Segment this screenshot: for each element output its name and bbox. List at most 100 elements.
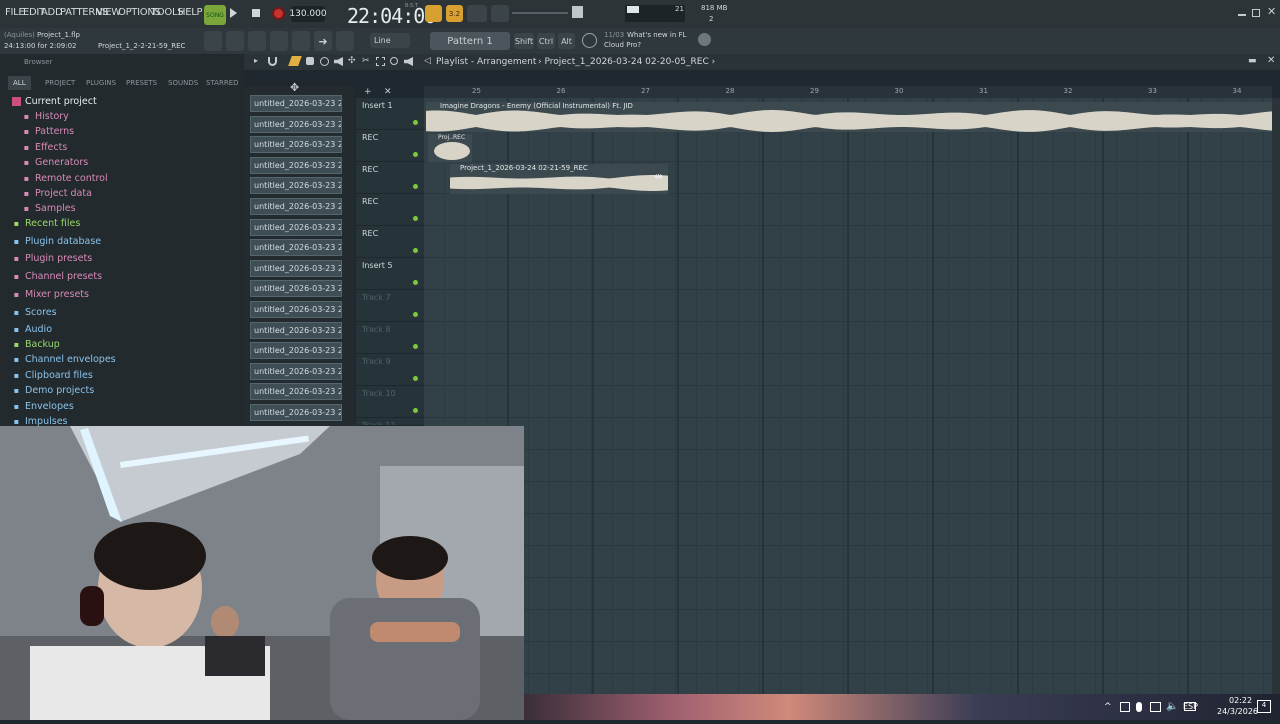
move-icon[interactable]: ✥ <box>290 81 299 94</box>
track-enable-led[interactable] <box>413 376 418 381</box>
menu-help[interactable]: HELP <box>178 7 203 18</box>
clip-picker-item[interactable]: untitled_2026-03-23 23- <box>250 362 342 380</box>
master-volume-slider[interactable] <box>512 12 568 14</box>
news-icon[interactable] <box>582 33 597 48</box>
news-subtitle[interactable]: Cloud Pro? <box>604 41 641 49</box>
countdown-button[interactable]: 3.2 <box>446 5 463 22</box>
browser-item-current-project[interactable]: Current project <box>12 94 97 109</box>
clip-picker-item[interactable]: untitled_2026-03-23 23- <box>250 383 342 401</box>
notification-badge[interactable]: 4 <box>1257 700 1271 713</box>
playback-tool-icon[interactable] <box>404 57 413 66</box>
clip-picker-item[interactable]: untitled_2026-03-23 23- <box>250 301 342 318</box>
track-header[interactable]: Track 11 <box>356 418 424 426</box>
browser-item-generators[interactable]: ▪ Generators <box>22 155 88 170</box>
tray-app-icon[interactable] <box>1120 702 1130 712</box>
track-header[interactable]: Track 10 <box>356 386 424 418</box>
microphone-tray-icon[interactable] <box>1136 702 1142 712</box>
browser-item-effects[interactable]: ▪ Effects <box>22 140 68 155</box>
pencil-tool-icon[interactable] <box>288 56 302 66</box>
remove-track-icon[interactable]: ✕ <box>384 87 392 97</box>
metronome-button[interactable] <box>425 5 442 22</box>
clip-picker-item[interactable]: untitled_2026-03-23 23- <box>250 239 342 257</box>
track-enable-led[interactable] <box>413 344 418 349</box>
clock-date[interactable]: 24/3/2026 <box>1217 707 1258 716</box>
clip-picker-item[interactable]: untitled_2026-03-23 23- <box>250 342 342 360</box>
audio-clip-recording[interactable]: Project_1_2026-03-24 02-21-59_REC <box>450 164 668 194</box>
browser-item-channel-envelopes[interactable]: ▪ Channel envelopes <box>12 352 116 367</box>
shift-key-button[interactable]: Shift <box>514 33 534 49</box>
track-header[interactable]: Track 9 <box>356 354 424 386</box>
track-enable-led[interactable] <box>413 184 418 189</box>
language-indicator[interactable]: ESP <box>1183 702 1198 711</box>
browser-item-clipboard-files[interactable]: ▪ Clipboard files <box>12 368 93 383</box>
audio-clip-rec-short[interactable]: Proj..REC <box>428 134 472 162</box>
delete-tool-icon[interactable] <box>320 57 329 66</box>
browser-tab-starred[interactable]: STARRED <box>206 76 239 90</box>
browser-item-channel-presets[interactable]: ▪ Channel presets <box>12 269 102 284</box>
select-tool-icon[interactable] <box>376 57 385 66</box>
maximize-icon[interactable] <box>1252 9 1260 17</box>
browser-tab-all[interactable]: ALL <box>8 76 31 90</box>
clock-time[interactable]: 02:22 <box>1229 696 1252 705</box>
browser-tab-sounds[interactable]: SOUNDS <box>168 76 198 90</box>
timeline-ruler[interactable]: 25 26 27 28 29 30 31 32 33 34 <box>424 86 1272 98</box>
menu-file[interactable]: FILE <box>5 7 25 18</box>
browser-item-recent-files[interactable]: ▪ Recent files <box>12 216 81 231</box>
alt-key-button[interactable]: Alt <box>558 33 575 49</box>
track-enable-led[interactable] <box>413 120 418 125</box>
track-enable-led[interactable] <box>413 152 418 157</box>
browser-item-plugin-database[interactable]: ▪ Plugin database <box>12 234 101 249</box>
clip-picker-item[interactable]: untitled_2026-03-23 23- <box>250 177 342 195</box>
track-header[interactable]: REC <box>356 162 424 194</box>
clip-picker-item[interactable]: untitled_2026-03-23 23- <box>250 218 342 236</box>
paint-tool-icon[interactable] <box>306 57 314 65</box>
browser-item-backup[interactable]: ▪ Backup <box>12 337 60 352</box>
snap-select[interactable]: Line <box>370 33 410 48</box>
track-header[interactable]: Insert 1 <box>356 98 424 130</box>
arrangement-grid[interactable]: Imagine Dragons - Enemy (Official Instru… <box>424 98 1272 694</box>
piano-roll-view-button[interactable] <box>226 31 244 51</box>
playlist-minimize-icon[interactable]: ▬ <box>1248 56 1257 66</box>
browser-tab-presets[interactable]: PRESETS <box>126 76 157 90</box>
network-icon[interactable] <box>1150 702 1161 712</box>
vertical-scrollbar[interactable] <box>1272 98 1280 694</box>
master-pitch-knob[interactable] <box>572 6 583 18</box>
track-header[interactable]: Track 8 <box>356 322 424 354</box>
browser-item-patterns[interactable]: ▪ Patterns <box>22 124 74 139</box>
microphone-icon[interactable] <box>336 31 354 51</box>
browser-tab-project[interactable]: PROJECT <box>45 76 75 90</box>
magnet-snap-icon[interactable] <box>268 57 277 66</box>
clip-picker-item[interactable]: untitled_2026-03-23 23- <box>250 198 342 215</box>
browser-item-samples[interactable]: ▪ Samples <box>22 201 76 216</box>
song-mode-toggle[interactable]: SONG <box>204 5 226 25</box>
minimize-icon[interactable] <box>1238 14 1246 16</box>
playlist-view-button[interactable] <box>204 31 222 51</box>
browser-item-demo-projects[interactable]: ▪ Demo projects <box>12 383 94 398</box>
volume-icon[interactable]: 🔈 <box>1166 701 1178 712</box>
track-header[interactable]: Insert 5 <box>356 258 424 290</box>
track-header[interactable]: REC <box>356 226 424 258</box>
track-enable-led[interactable] <box>413 408 418 413</box>
ctrl-key-button[interactable]: Ctrl <box>537 33 555 49</box>
slip-tool-icon[interactable]: ✣ <box>348 56 356 66</box>
clip-picker-item[interactable]: untitled_2026-03-23 22- <box>250 115 342 133</box>
blend-notes-button[interactable] <box>491 5 509 22</box>
browser-item-project-data[interactable]: ▪ Project data <box>22 186 92 201</box>
mixer-view-button[interactable] <box>270 31 288 51</box>
playlist-arrow-icon[interactable]: ◁ <box>424 56 431 66</box>
clip-picker-item[interactable]: untitled_2026-03-23 22- <box>250 136 342 154</box>
tray-chevron-icon[interactable]: ^ <box>1104 702 1112 712</box>
slice-tool-icon[interactable]: ✂ <box>362 56 370 66</box>
play-icon[interactable] <box>230 8 237 18</box>
tempo-display[interactable]: 130.000 <box>289 6 327 22</box>
arrow-right-icon[interactable]: ➜ <box>314 31 332 51</box>
browser-tab-plugins[interactable]: PLUGINS <box>86 76 116 90</box>
track-enable-led[interactable] <box>413 248 418 253</box>
zoom-tool-icon[interactable] <box>390 57 398 65</box>
news-title[interactable]: What's new in FL <box>627 31 686 39</box>
browser-item-remote-control[interactable]: ▪ Remote control <box>22 171 108 186</box>
mute-tool-icon[interactable] <box>334 57 343 66</box>
wait-input-button[interactable] <box>467 5 487 22</box>
account-icon[interactable] <box>698 33 711 46</box>
pattern-select[interactable]: Pattern 1 <box>430 32 510 50</box>
